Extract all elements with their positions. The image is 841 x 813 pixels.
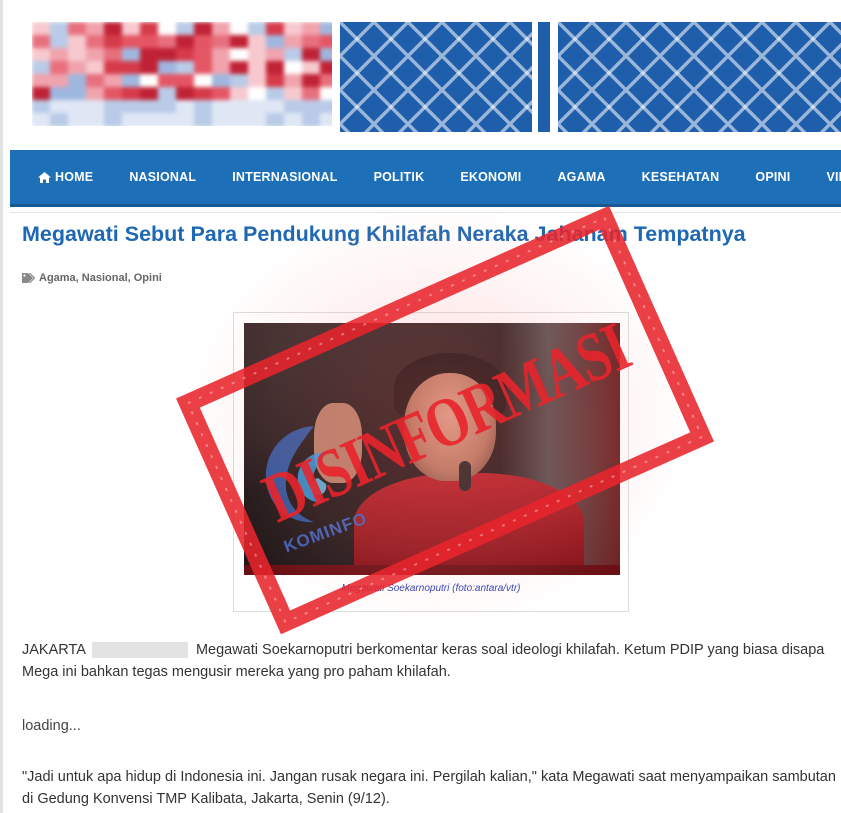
article-paragraph-2: "Jadi untuk apa hidup di Indonesia ini. … bbox=[22, 769, 836, 807]
article-image-figure: KOMINFO Megawati Soekarnoputri (foto:ant… bbox=[233, 312, 629, 612]
nav-item-label: EKONOMI bbox=[460, 170, 522, 184]
tag-icon bbox=[22, 273, 35, 283]
header-pattern-left bbox=[340, 22, 532, 132]
tags-text[interactable]: Agama, Nasional, Opini bbox=[39, 272, 162, 284]
photo-bottom-strip bbox=[244, 565, 620, 575]
nav-item-internasional[interactable]: INTERNASIONAL bbox=[232, 170, 337, 184]
nav-item-label: HOME bbox=[55, 170, 94, 184]
nav-item-label: INTERNASIONAL bbox=[232, 170, 338, 184]
main-nav: HOME NASIONAL INTERNASIONAL POLITIK EKON… bbox=[10, 150, 841, 207]
nav-item-label: KESEHATAN bbox=[641, 170, 720, 184]
article-title[interactable]: Megawati Sebut Para Pendukung Khilafah N… bbox=[22, 222, 837, 247]
article-photo[interactable]: KOMINFO bbox=[244, 323, 620, 575]
nav-item-opini[interactable]: OPINI bbox=[755, 170, 790, 184]
nav-item-politik[interactable]: POLITIK bbox=[374, 170, 425, 184]
home-icon bbox=[38, 171, 51, 183]
article-tags: Agama, Nasional, Opini bbox=[22, 272, 162, 284]
header-pattern-right bbox=[558, 22, 841, 132]
nav-item-agama[interactable]: AGAMA bbox=[557, 170, 605, 184]
nav-item-label: NASIONAL bbox=[129, 170, 197, 184]
nav-item-video[interactable]: VID bbox=[826, 170, 841, 184]
article-paragraph-1: JAKARTA Megawati Soekarnoputri berkomenta… bbox=[22, 639, 837, 683]
nav-item-ekonomi[interactable]: EKONOMI bbox=[460, 170, 521, 184]
nav-item-label: OPINI bbox=[755, 170, 791, 184]
photo-person-face bbox=[404, 373, 496, 481]
site-header bbox=[10, 0, 841, 145]
header-pattern-divider bbox=[538, 22, 550, 132]
nav-item-home[interactable]: HOME bbox=[38, 170, 93, 184]
nav-item-label: POLITIK bbox=[373, 170, 425, 184]
nav-divider bbox=[10, 212, 841, 213]
redacted-block bbox=[91, 642, 188, 659]
nav-item-kesehatan[interactable]: KESEHATAN bbox=[642, 170, 720, 184]
nav-item-label: VID bbox=[826, 170, 841, 184]
dateline: JAKARTA bbox=[22, 642, 86, 658]
page-left-border bbox=[0, 0, 3, 813]
nav-item-nasional[interactable]: NASIONAL bbox=[129, 170, 196, 184]
nav-item-label: AGAMA bbox=[557, 170, 606, 184]
image-caption: Megawati Soekarnoputri (foto:antara/vtr) bbox=[341, 583, 521, 594]
microphone bbox=[459, 461, 471, 491]
loading-indicator: loading... bbox=[22, 718, 81, 734]
site-logo-blurred[interactable] bbox=[32, 22, 332, 126]
